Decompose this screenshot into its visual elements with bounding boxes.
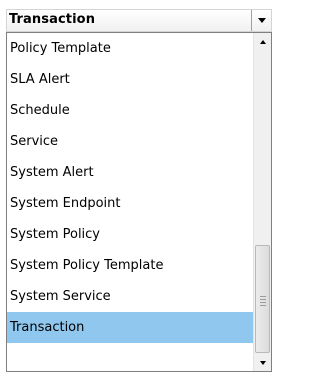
- list-item[interactable]: System Alert: [7, 157, 253, 188]
- list-item[interactable]: Policy Template: [7, 33, 253, 64]
- list-item[interactable]: System Endpoint: [7, 188, 253, 219]
- combobox-selected-value: Transaction: [9, 12, 96, 27]
- dropdown-list: Policy Template SLA Alert Schedule Servi…: [7, 33, 253, 343]
- list-item[interactable]: System Policy Template: [7, 250, 253, 281]
- scroll-grip-icon: [260, 296, 266, 308]
- list-item[interactable]: System Policy: [7, 219, 253, 250]
- list-item-selected[interactable]: Transaction: [7, 312, 253, 343]
- scroll-up-button[interactable]: [254, 33, 271, 50]
- vertical-scrollbar[interactable]: [253, 33, 271, 371]
- scrollbar-thumb[interactable]: [255, 245, 270, 353]
- scroll-down-arrow-icon: [259, 360, 266, 365]
- type-combobox[interactable]: Transaction: [6, 9, 272, 32]
- list-item[interactable]: Schedule: [7, 95, 253, 126]
- dropdown-button[interactable]: [251, 10, 271, 31]
- triangle-down-icon: [257, 18, 266, 23]
- scroll-up-arrow-icon: [259, 39, 266, 44]
- scroll-down-button[interactable]: [254, 354, 271, 371]
- list-item[interactable]: SLA Alert: [7, 64, 253, 95]
- list-item[interactable]: Service: [7, 126, 253, 157]
- list-item[interactable]: System Service: [7, 281, 253, 312]
- dropdown-list-panel: Policy Template SLA Alert Schedule Servi…: [6, 32, 272, 372]
